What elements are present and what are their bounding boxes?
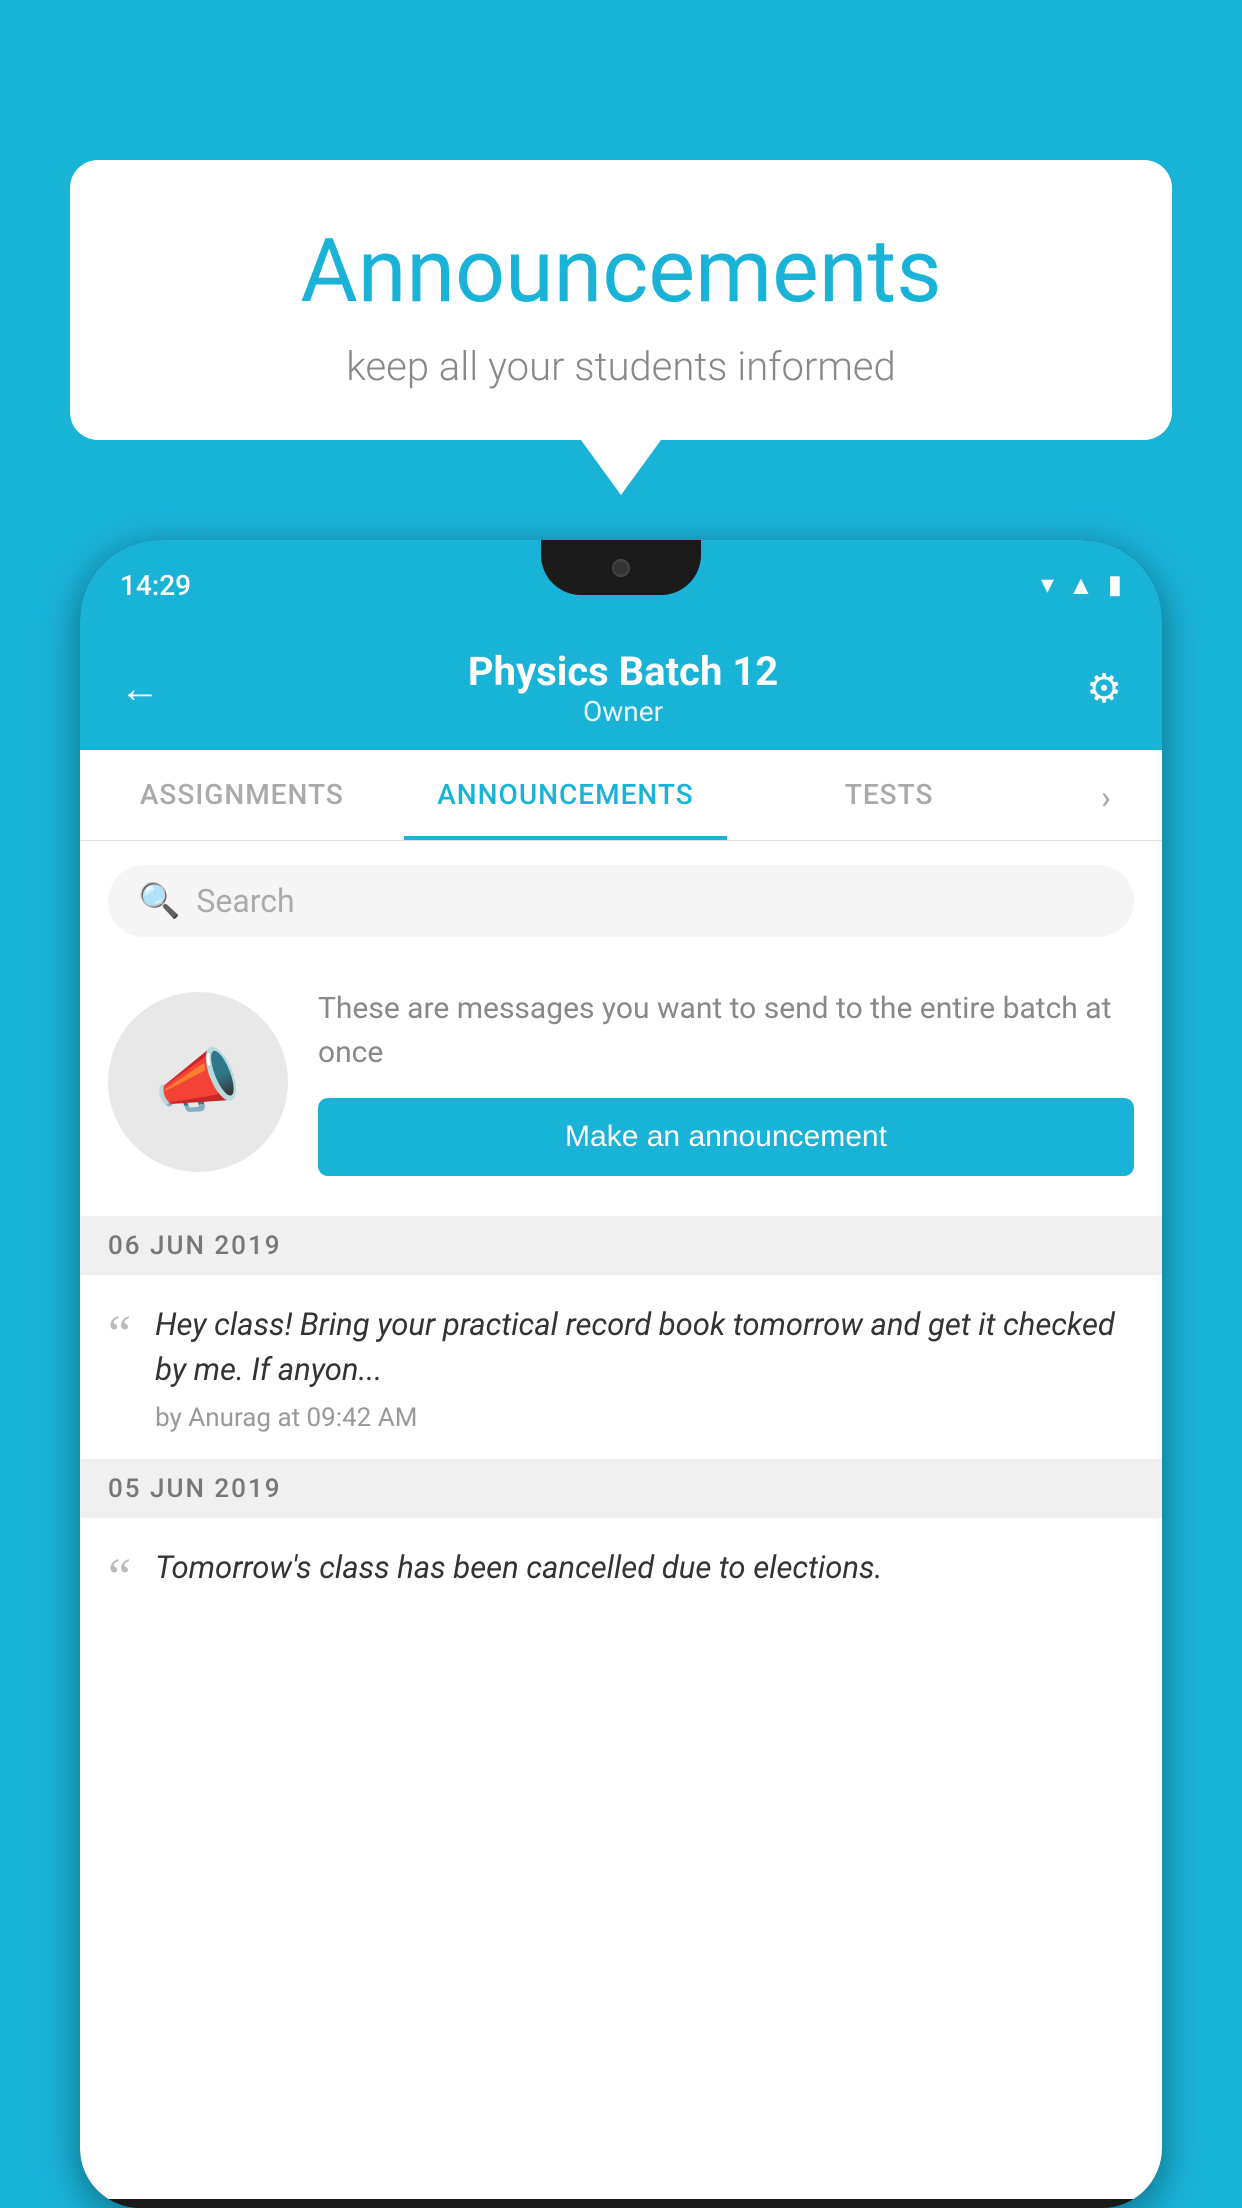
announcement-prompt: 📣 These are messages you want to send to… — [80, 957, 1162, 1217]
header-title: Physics Batch 12 — [468, 648, 778, 695]
phone-frame: 14:29 ▾ ▲ ▮ ← Physics Batch 12 Owner ⚙ A… — [80, 540, 1162, 2208]
date-separator-2: 05 JUN 2019 — [80, 1460, 1162, 1518]
tab-tests[interactable]: TESTS — [727, 750, 1051, 840]
make-announcement-button[interactable]: Make an announcement — [318, 1098, 1134, 1176]
camera-dot — [612, 559, 630, 577]
announcement-meta-1: by Anurag at 09:42 AM — [155, 1403, 1134, 1433]
search-placeholder: Search — [196, 882, 294, 920]
announcement-text-1: Hey class! Bring your practical record b… — [155, 1303, 1134, 1433]
announcement-text-2: Tomorrow's class has been cancelled due … — [155, 1546, 1134, 1601]
speech-bubble-container: Announcements keep all your students inf… — [70, 160, 1172, 495]
tab-more[interactable]: › — [1051, 750, 1162, 840]
wifi-icon: ▾ — [1041, 570, 1054, 600]
tab-announcements[interactable]: ANNOUNCEMENTS — [404, 750, 728, 840]
speech-bubble-subtitle: keep all your students informed — [150, 343, 1092, 390]
signal-icon: ▲ — [1068, 570, 1094, 601]
quote-icon-1: “ — [108, 1309, 131, 1361]
announcement-right: These are messages you want to send to t… — [318, 987, 1134, 1176]
search-icon: 🔍 — [138, 881, 180, 921]
announcement-item-1: “ Hey class! Bring your practical record… — [80, 1275, 1162, 1460]
speech-bubble: Announcements keep all your students inf… — [70, 160, 1172, 440]
announcement-item-2: “ Tomorrow's class has been cancelled du… — [80, 1518, 1162, 1604]
tabs-bar: ASSIGNMENTS ANNOUNCEMENTS TESTS › — [80, 750, 1162, 841]
megaphone-circle: 📣 — [108, 992, 288, 1172]
announcement-description: These are messages you want to send to t… — [318, 987, 1134, 1074]
announcement-message-1: Hey class! Bring your practical record b… — [155, 1303, 1134, 1393]
header-center: Physics Batch 12 Owner — [468, 648, 778, 728]
status-time: 14:29 — [120, 569, 191, 602]
search-bar[interactable]: 🔍 Search — [108, 865, 1134, 937]
battery-icon: ▮ — [1108, 570, 1122, 600]
phone-content: 🔍 Search 📣 These are messages you want t… — [80, 841, 1162, 2199]
status-bar: 14:29 ▾ ▲ ▮ — [80, 540, 1162, 630]
status-icons: ▾ ▲ ▮ — [1041, 570, 1122, 601]
speech-bubble-arrow — [581, 440, 661, 495]
back-button[interactable]: ← — [120, 665, 160, 712]
announcement-message-2: Tomorrow's class has been cancelled due … — [155, 1546, 1134, 1591]
settings-icon[interactable]: ⚙ — [1086, 665, 1122, 712]
phone-notch — [541, 540, 701, 595]
app-header: ← Physics Batch 12 Owner ⚙ — [80, 630, 1162, 750]
tab-assignments[interactable]: ASSIGNMENTS — [80, 750, 404, 840]
megaphone-icon: 📣 — [154, 1041, 241, 1123]
quote-icon-2: “ — [108, 1552, 131, 1604]
speech-bubble-title: Announcements — [150, 220, 1092, 323]
header-subtitle: Owner — [468, 695, 778, 728]
date-separator-1: 06 JUN 2019 — [80, 1217, 1162, 1275]
